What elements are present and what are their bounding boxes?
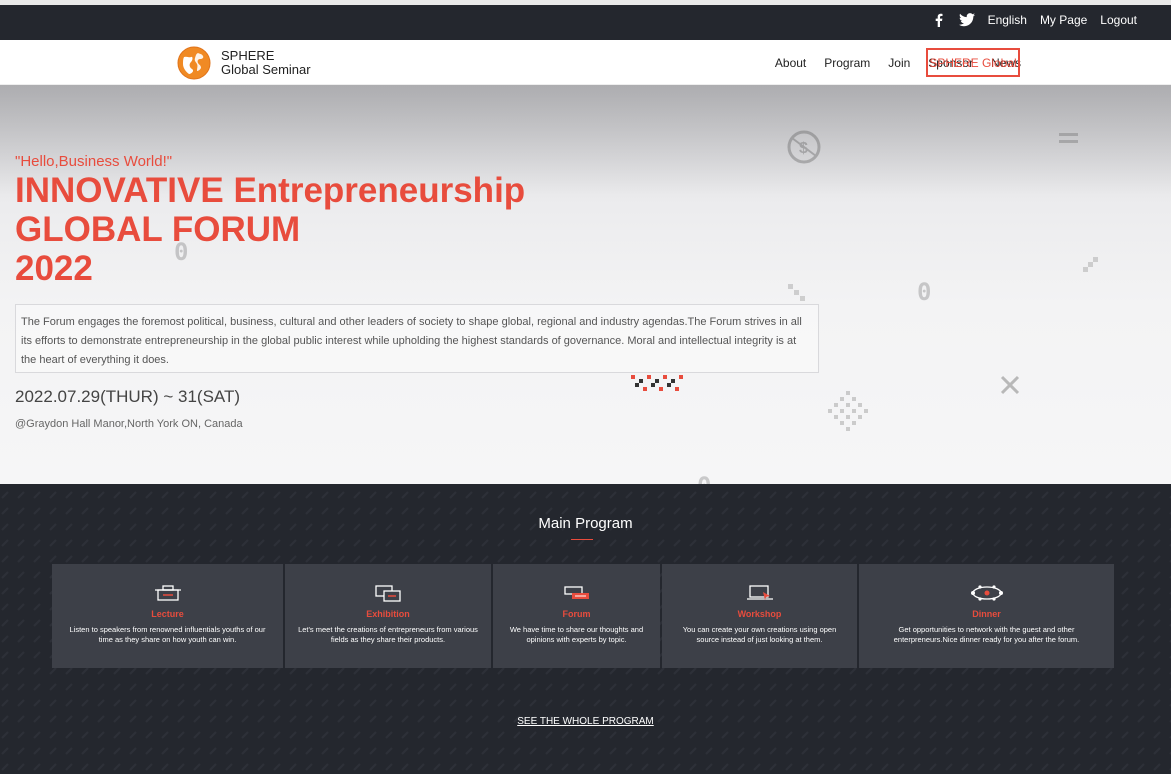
diamond-dots-icon xyxy=(828,391,868,431)
see-whole-program-link[interactable]: SEE THE WHOLE PROGRAM xyxy=(0,716,1171,727)
brand-line2: Global Seminar xyxy=(221,62,311,77)
card-description: You can create your own creations using … xyxy=(682,625,837,644)
equals-icon xyxy=(1059,133,1078,143)
forum-icon xyxy=(563,586,589,599)
utility-links: English My Page Logout xyxy=(932,13,1137,27)
twitter-icon[interactable] xyxy=(958,13,975,27)
card-name: Dinner xyxy=(972,609,1001,619)
program-card-forum[interactable]: Forum We have time to share our thoughts… xyxy=(493,564,660,668)
card-description: Get opportunities to network with the gu… xyxy=(893,625,1080,644)
brand-text: SPHERE Global Seminar xyxy=(221,49,311,77)
dollar-icon: $ xyxy=(787,130,821,164)
hero-section: $ 0 0 0 xyxy=(0,85,1171,484)
hero-greeting: "Hello,Business World!" xyxy=(15,153,173,170)
title-underline xyxy=(571,539,593,540)
nav-join[interactable]: Join xyxy=(888,56,910,70)
exhibition-icon xyxy=(375,585,401,602)
nav-about[interactable]: About xyxy=(775,56,806,70)
language-link[interactable]: English xyxy=(988,13,1027,27)
logout-link[interactable]: Logout xyxy=(1100,13,1137,27)
mypage-link[interactable]: My Page xyxy=(1040,13,1087,27)
program-cards: Lecture Listen to speakers from renowned… xyxy=(52,564,1114,668)
hero-title-line2: GLOBAL FORUM xyxy=(15,210,301,249)
brand-line1: SPHERE xyxy=(221,48,275,63)
nav-program[interactable]: Program xyxy=(824,56,870,70)
red-pixel-pattern-icon xyxy=(631,375,683,391)
facebook-icon[interactable] xyxy=(932,13,946,27)
program-card-lecture[interactable]: Lecture Listen to speakers from renowned… xyxy=(52,564,283,668)
top-utility-bar: English My Page Logout xyxy=(0,0,1171,40)
card-description: Listen to speakers from renowned influen… xyxy=(69,625,266,644)
site-header: SPHERE Global Seminar About Program Join… xyxy=(0,40,1171,85)
hero-title: INNOVATIVE Entrepreneurship GLOBAL FORUM… xyxy=(15,171,635,288)
hero-description: The Forum engages the foremost political… xyxy=(15,304,819,373)
event-date: 2022.07.29(THUR) ~ 31(SAT) xyxy=(15,387,241,406)
svg-text:0: 0 xyxy=(697,472,711,484)
close-x-icon xyxy=(1000,375,1020,395)
main-program-section: Main Program Lecture Listen to speakers … xyxy=(0,484,1171,774)
card-name: Workshop xyxy=(737,609,782,619)
site-logo[interactable]: SPHERE Global Seminar xyxy=(176,45,311,81)
section-title: Main Program xyxy=(538,515,633,532)
card-name: Exhibition xyxy=(366,609,410,619)
hero-title-line1: INNOVATIVE Entrepreneurship xyxy=(15,171,526,210)
lecture-icon xyxy=(154,585,181,601)
svg-text:0: 0 xyxy=(917,278,931,306)
event-venue: @Graydon Hall Manor,North York ON, Canad… xyxy=(15,418,243,430)
hero-title-line3: 2022 xyxy=(15,249,93,288)
program-card-workshop[interactable]: Workshop You can create your own creatio… xyxy=(662,564,857,668)
workshop-icon xyxy=(746,585,773,600)
card-description: We have time to share our thoughts and o… xyxy=(509,625,644,644)
card-name: Lecture xyxy=(151,609,184,619)
pixel-cluster-icon xyxy=(788,257,1098,301)
dinner-icon xyxy=(970,585,1003,601)
globe-logo-icon xyxy=(177,46,211,80)
card-name: Forum xyxy=(562,609,591,619)
program-card-exhibition[interactable]: Exhibition Let's meet the creations of e… xyxy=(285,564,491,668)
program-card-dinner[interactable]: Dinner Get opportunities to network with… xyxy=(859,564,1114,668)
card-description: Let's meet the creations of entrepreneur… xyxy=(298,625,478,644)
sphere-global-button[interactable]: SPHERE Global xyxy=(926,48,1020,77)
